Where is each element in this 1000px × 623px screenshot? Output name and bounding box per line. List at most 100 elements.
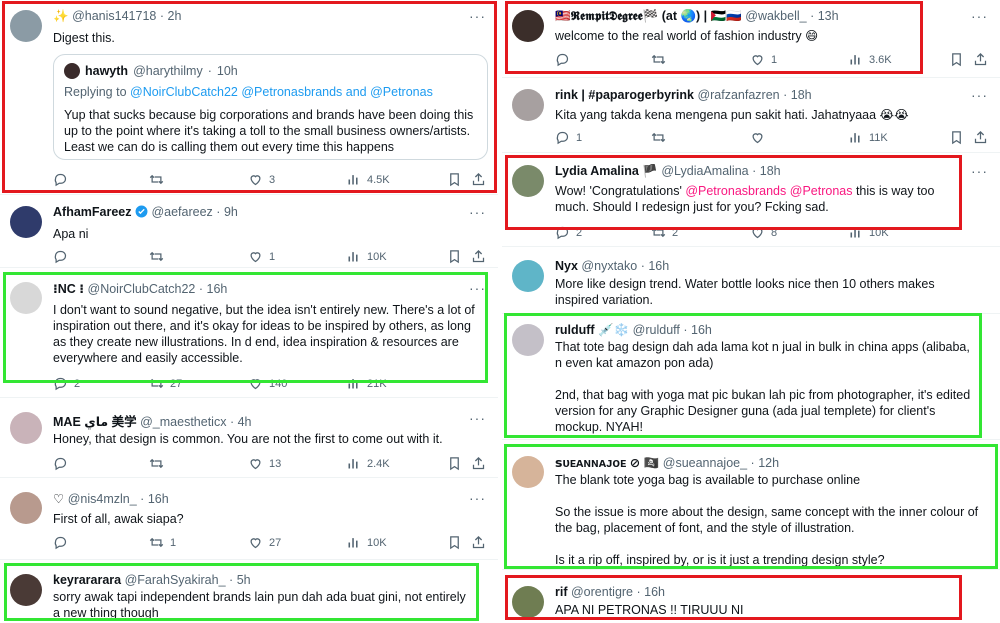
share-button[interactable] [471,456,486,471]
timestamp[interactable]: 2h [168,9,182,23]
views-button[interactable]: 2.4K [346,456,390,471]
retweet-button[interactable] [651,52,672,67]
handle[interactable]: @_maestheticx [140,415,226,429]
retweet-button[interactable] [149,456,170,471]
bookmark-button[interactable] [447,172,462,187]
avatar[interactable] [512,89,544,121]
like-button[interactable]: 140 [248,376,287,391]
handle[interactable]: @FarahSyakirah_ [125,573,226,587]
display-name[interactable]: rink | #paparogerbyrink [555,88,694,102]
bookmark-button[interactable] [949,130,964,145]
timestamp[interactable]: 13h [818,9,839,23]
display-name[interactable]: Lydia Amalina 🏴 [555,164,658,178]
handle[interactable]: @nis4mzln_ [68,492,137,506]
tweet-hanis[interactable]: ✨ @hanis141718 · 2h ··· Digest this. haw… [0,0,498,195]
tweet-afham[interactable]: AfhamFareez @aefareez · 9h ··· Apa ni 1 … [0,196,498,268]
timestamp[interactable]: 9h [224,205,238,219]
avatar[interactable] [10,492,42,524]
retweet-button[interactable] [651,130,672,145]
handle[interactable]: @orentigre [571,585,633,599]
reply-button[interactable] [53,249,74,264]
timestamp[interactable]: 16h [644,585,665,599]
more-options-icon[interactable]: ··· [971,87,988,103]
handle[interactable]: @rafzanfazren [697,88,779,102]
retweet-button[interactable]: 27 [149,376,182,391]
reply-button[interactable] [53,535,74,550]
avatar[interactable] [10,574,42,606]
display-name[interactable]: ♡ [53,492,64,506]
retweet-button[interactable] [149,172,170,187]
timestamp[interactable]: 16h [207,282,228,296]
timestamp[interactable]: 5h [237,573,251,587]
avatar[interactable] [512,456,544,488]
timestamp[interactable]: 16h [648,259,669,273]
views-button[interactable]: 3.6K [848,52,892,67]
avatar[interactable] [512,165,544,197]
tweet-mae[interactable]: MAE ماي 美学 @_maestheticx · 4h ··· Honey,… [0,402,498,478]
timestamp[interactable]: 12h [758,456,779,470]
like-button[interactable]: 1 [248,249,275,264]
share-button[interactable] [471,535,486,550]
reply-button[interactable]: 2 [555,225,582,240]
display-name[interactable]: AfhamFareez [53,205,132,219]
like-button[interactable]: 27 [248,535,281,550]
handle[interactable]: @rulduff [633,323,680,337]
display-name[interactable]: rif [555,585,568,599]
share-button[interactable] [471,249,486,264]
handle[interactable]: @wakbell_ [745,9,806,23]
retweet-button[interactable]: 2 [651,225,678,240]
like-button[interactable]: 13 [248,456,281,471]
avatar[interactable] [10,10,42,42]
timestamp[interactable]: 16h [148,492,169,506]
timestamp[interactable]: 18h [760,164,781,178]
views-button[interactable]: 21K [346,376,387,391]
more-options-icon[interactable]: ··· [469,8,486,24]
avatar[interactable] [512,10,544,42]
tweet-noirclub[interactable]: ⁝NC ⁝ @NoirClubCatch22 · 16h ··· I don't… [0,272,498,398]
avatar[interactable] [512,586,544,618]
handle[interactable]: @sueannajoe_ [663,456,747,470]
views-button[interactable]: 11K [848,130,888,145]
tweet-sueannajoe[interactable]: ꜱᴜᴇᴀɴɴᴀᴊᴏᴇ ⊘ 🏴‍☠️ @sueannajoe_ · 12h The… [502,446,1000,570]
avatar[interactable] [10,412,42,444]
tweet-nis[interactable]: ♡ @nis4mzln_ · 16h ··· First of all, awa… [0,482,498,560]
display-name[interactable]: 🇲🇾𝕽𝖊𝖒𝖕𝖎𝖙𝕯𝖊𝖌𝖗𝖊𝖊🏁 (at 🌏) | 🇵🇸🇷🇺 [555,9,742,23]
views-button[interactable]: 4.5K [346,172,390,187]
views-button[interactable]: 10K [346,535,387,550]
timestamp[interactable]: 18h [791,88,812,102]
tweet-rink[interactable]: rink | #paparogerbyrink @rafzanfazren · … [502,79,1000,153]
avatar[interactable] [512,260,544,292]
like-button[interactable]: 1 [750,52,777,67]
avatar[interactable] [10,206,42,238]
mention-link[interactable]: @Petronasbrands [685,184,786,198]
retweet-button[interactable]: 1 [149,535,176,550]
more-options-icon[interactable]: ··· [469,490,486,506]
like-button[interactable]: 3 [248,172,275,187]
like-button[interactable] [750,130,771,145]
views-button[interactable]: 10K [848,225,889,240]
tweet-nyx[interactable]: Nyx @nyxtako · 16h More like design tren… [502,250,1000,314]
more-options-icon[interactable]: ··· [469,204,486,220]
more-options-icon[interactable]: ··· [469,410,486,426]
views-button[interactable]: 10K [346,249,387,264]
handle[interactable]: @LydiaAmalina [661,164,748,178]
display-name[interactable]: rulduff 💉❄️ [555,323,629,337]
share-button[interactable] [973,52,988,67]
retweet-button[interactable] [149,249,170,264]
bookmark-button[interactable] [447,456,462,471]
mention-link[interactable]: @Petronas [790,184,853,198]
reply-button[interactable] [555,52,576,67]
display-name[interactable]: MAE ماي 美学 [53,415,137,429]
timestamp[interactable]: 16h [691,323,712,337]
handle[interactable]: @aefareez [151,205,212,219]
bookmark-button[interactable] [447,249,462,264]
like-button[interactable]: 8 [750,225,777,240]
handle[interactable]: @NoirClubCatch22 [88,282,196,296]
reply-button[interactable]: 2 [53,376,80,391]
display-name[interactable]: ꜱᴜᴇᴀɴɴᴀᴊᴏᴇ ⊘ 🏴‍☠️ [555,456,659,470]
display-name[interactable]: Nyx [555,259,578,273]
handle[interactable]: @nyxtako [581,259,637,273]
display-name[interactable]: ✨ [53,9,69,23]
avatar[interactable] [10,282,42,314]
reply-button[interactable] [53,456,74,471]
